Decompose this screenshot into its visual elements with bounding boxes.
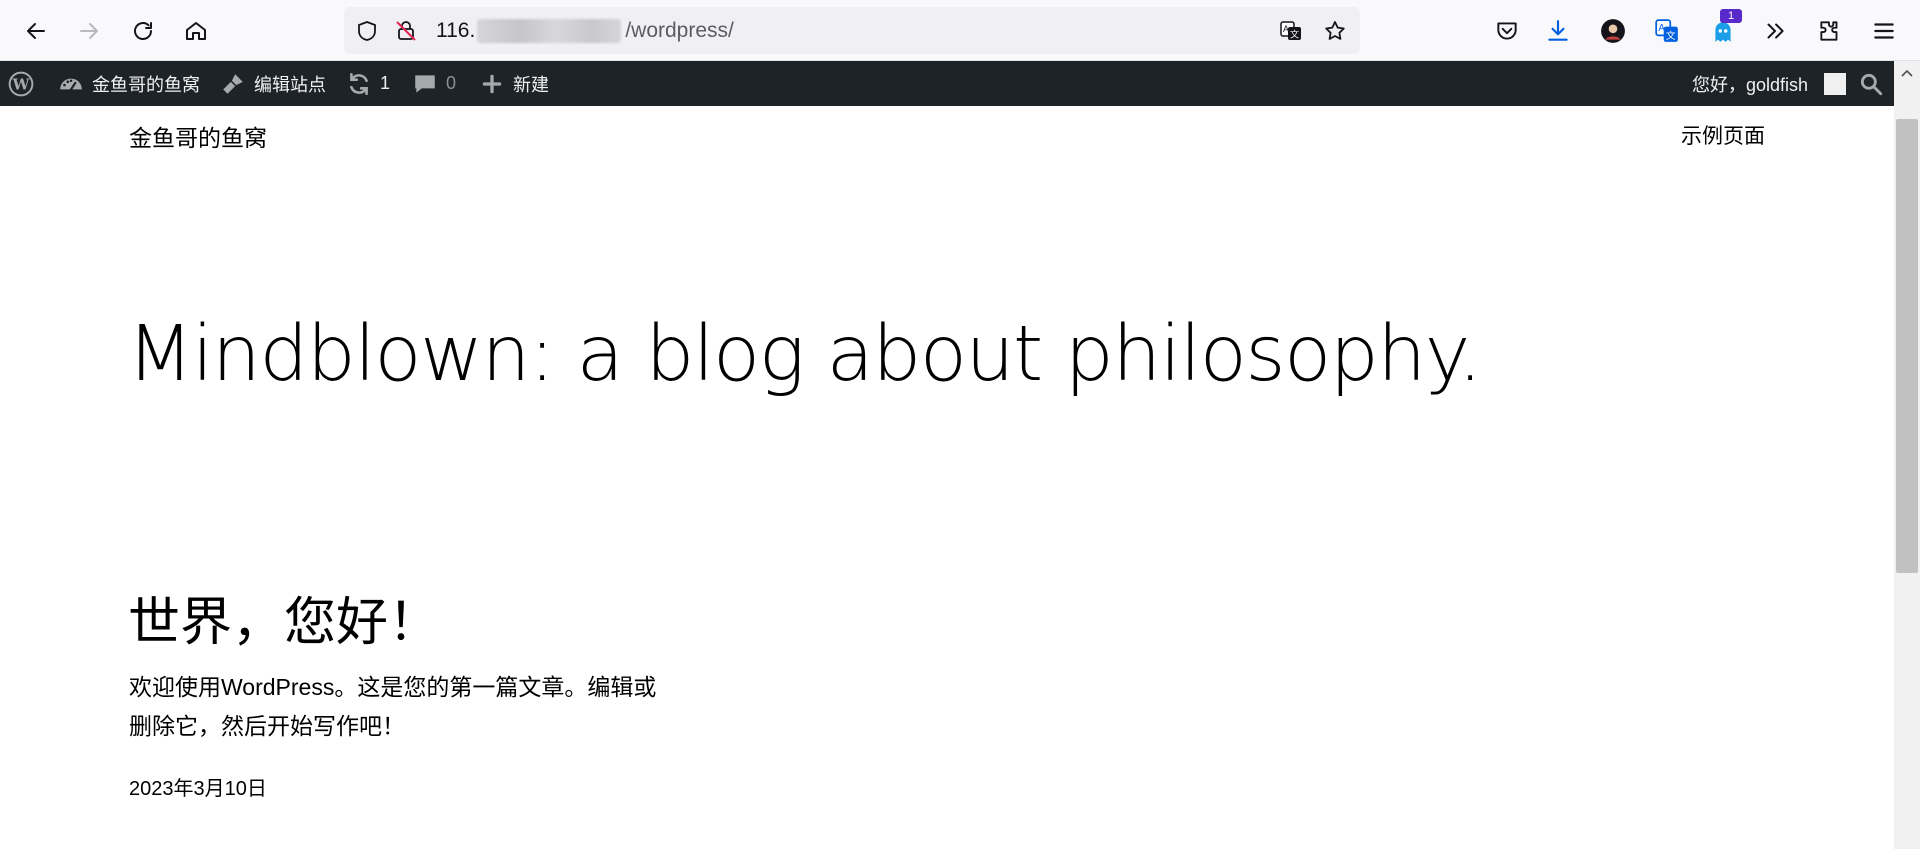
reload-button[interactable]: [125, 13, 161, 49]
more-tools-button[interactable]: [1757, 13, 1793, 49]
arrow-left-icon: [27, 23, 45, 39]
arrow-right-icon: [80, 23, 98, 39]
greeting-label: 您好，goldfish: [1692, 74, 1809, 95]
search-icon: [1860, 73, 1883, 95]
admin-search-button[interactable]: [1858, 61, 1884, 106]
pocket-icon: [1497, 22, 1517, 40]
wordpress-logo-icon: W: [8, 71, 34, 96]
edit-site-label: 编辑站点: [254, 74, 326, 95]
page-scrollbar[interactable]: [1894, 61, 1920, 849]
dashboard-gauge-icon: [60, 78, 82, 90]
site-name-label: 金鱼哥的鱼窝: [92, 74, 200, 95]
user-avatar: [1824, 72, 1847, 95]
updates-count: 1: [380, 73, 391, 93]
svg-text:文: 文: [1290, 29, 1299, 40]
insecure-lock-icon[interactable]: [394, 19, 418, 43]
site-title[interactable]: 金鱼哥的鱼窝: [129, 119, 267, 153]
browser-toolbar: 116./wordpress/ 文A 文A 1: [0, 0, 1920, 61]
plus-icon: [482, 74, 502, 93]
translator-extension-button[interactable]: 文A: [1649, 13, 1685, 49]
comments-link[interactable]: 0: [412, 61, 456, 106]
svg-text:A: A: [1283, 24, 1289, 34]
post-excerpt: 欢迎使用WordPress。这是您的第一篇文章。编辑或删除它，然后开始写作吧！: [129, 674, 657, 739]
svg-text:A: A: [1658, 23, 1665, 34]
extension-badge: 1: [1720, 9, 1742, 23]
paintbrush-icon: [223, 73, 243, 94]
new-content-menu[interactable]: 新建: [479, 61, 549, 106]
puzzle-icon: [1820, 21, 1838, 41]
back-button[interactable]: [18, 13, 54, 49]
reload-icon: [134, 22, 152, 40]
home-button[interactable]: [178, 13, 214, 49]
svg-text:文: 文: [1666, 29, 1676, 42]
url-path: /wordpress/: [625, 19, 734, 42]
extensions-button[interactable]: [1812, 13, 1848, 49]
scroll-up-button[interactable]: [1894, 61, 1920, 87]
nav-link-sample-page[interactable]: 示例页面: [1681, 120, 1765, 150]
bookmark-star-icon[interactable]: [1323, 19, 1347, 43]
account-avatar-button[interactable]: [1595, 13, 1631, 49]
url-host: 116.: [436, 19, 476, 42]
chevron-up-icon: [1901, 69, 1913, 77]
account-avatar-icon: [1601, 19, 1625, 43]
chevron-double-right-icon: [1767, 23, 1784, 39]
url-text[interactable]: 116. /wordpress/: [436, 7, 734, 54]
site-name-menu[interactable]: 金鱼哥的鱼窝: [58, 61, 200, 106]
comments-count: 0: [446, 73, 457, 93]
edit-site-link[interactable]: 编辑站点: [220, 61, 326, 106]
comment-bubble-icon: [415, 74, 435, 93]
post-date[interactable]: 2023年3月10日: [129, 772, 267, 801]
pocket-button[interactable]: [1489, 13, 1525, 49]
home-icon: [186, 22, 206, 40]
translate-icon[interactable]: 文A: [1279, 19, 1303, 43]
hero-heading: Mindblown: a blog about philosophy.: [127, 310, 1482, 399]
wp-logo-menu[interactable]: W: [8, 61, 34, 106]
new-label: 新建: [513, 74, 549, 95]
extension-button[interactable]: 1: [1705, 9, 1742, 49]
scroll-thumb[interactable]: [1896, 119, 1918, 573]
wp-admin-bar: W 金鱼哥的鱼窝 编辑站点 1 0 新建 您好，goldfish: [0, 61, 1920, 106]
forward-button[interactable]: [71, 13, 107, 49]
url-bar[interactable]: 116. /wordpress/ 文A: [344, 7, 1360, 54]
shield-icon[interactable]: [355, 19, 379, 43]
menu-button[interactable]: [1866, 13, 1902, 49]
translator-icon: 文A: [1655, 19, 1678, 42]
hamburger-menu-icon: [1874, 23, 1894, 39]
redacted-host: [477, 19, 622, 44]
my-account-menu[interactable]: 您好，goldfish: [1692, 61, 1847, 106]
post-title[interactable]: 世界，您好！: [128, 580, 440, 655]
svg-text:W: W: [11, 75, 30, 93]
downloads-button[interactable]: [1540, 13, 1576, 49]
updates-link[interactable]: 1: [346, 61, 390, 106]
download-icon: [1548, 20, 1568, 41]
updates-refresh-icon: [350, 72, 368, 95]
